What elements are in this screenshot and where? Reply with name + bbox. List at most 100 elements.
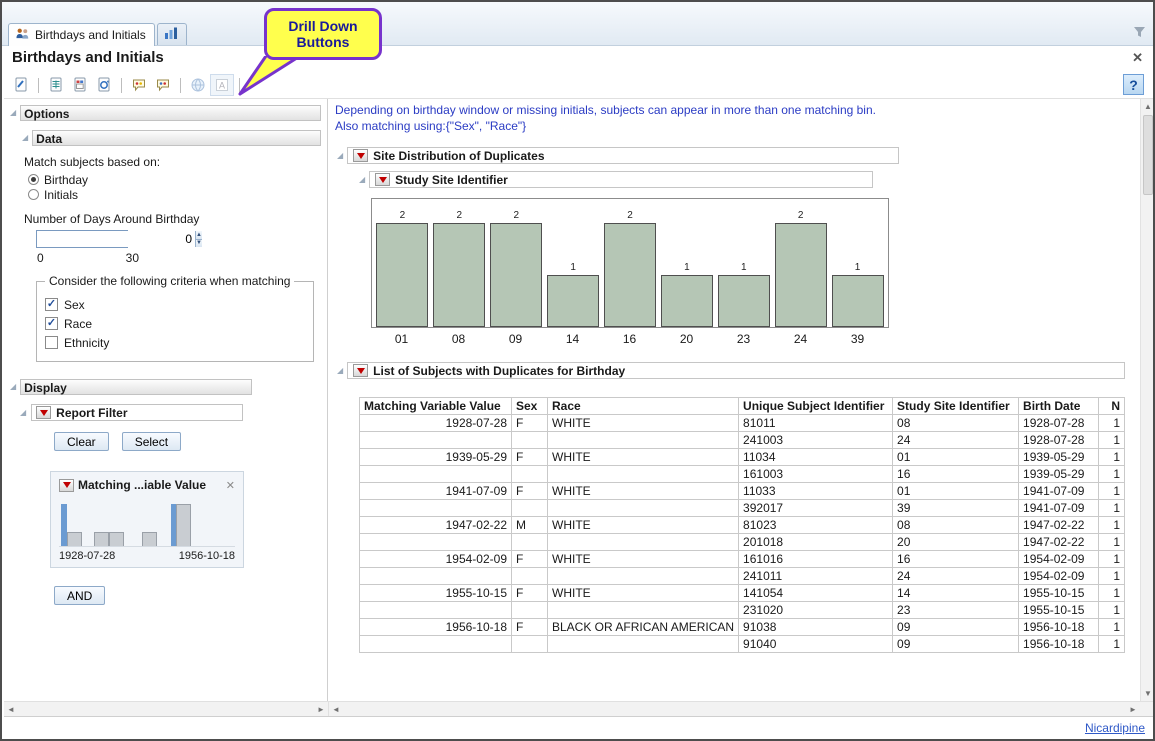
table-row[interactable]: 1955-10-15FWHITE141054141955-10-151	[360, 585, 1125, 602]
filter-bar[interactable]	[94, 532, 109, 546]
duplicates-list-outline[interactable]: ◢ List of Subjects with Duplicates for B…	[337, 362, 1125, 379]
scroll-left-icon[interactable]: ◄	[4, 705, 18, 714]
histogram-bar[interactable]	[433, 223, 485, 327]
scroll-right-icon[interactable]: ►	[314, 705, 328, 714]
disclosure-icon[interactable]: ◢	[10, 383, 16, 391]
table-cell	[512, 466, 548, 483]
study-site-outline[interactable]: ◢ Study Site Identifier	[359, 171, 873, 188]
filter-funnel-icon[interactable]	[1133, 26, 1146, 41]
red-triangle-menu-icon[interactable]	[353, 364, 368, 377]
column-header[interactable]: Sex	[512, 398, 548, 415]
filter-bar[interactable]	[109, 532, 124, 546]
radio-initials[interactable]: Initials	[28, 187, 321, 202]
table-cell: 1	[1099, 466, 1125, 483]
table-row[interactable]: 1928-07-28FWHITE81011081928-07-281	[360, 415, 1125, 432]
left-horizontal-scrollbar[interactable]: ◄ ►	[4, 702, 329, 716]
table-row[interactable]: 241011241954-02-091	[360, 568, 1125, 585]
disclosure-icon[interactable]: ◢	[359, 176, 365, 184]
display-outline[interactable]: ◢ Display	[10, 379, 321, 395]
radio-birthday[interactable]: Birthday	[28, 172, 321, 187]
journal-icon[interactable]	[44, 74, 68, 96]
column-header[interactable]: Unique Subject Identifier	[739, 398, 893, 415]
report-note-2: Also matching using:{"Sex", "Race"}	[335, 119, 526, 133]
days-input[interactable]	[37, 231, 195, 247]
column-header[interactable]: N	[1099, 398, 1125, 415]
scroll-left-icon[interactable]: ◄	[329, 705, 343, 714]
table-cell	[360, 568, 512, 585]
review-notes-icon[interactable]	[151, 74, 175, 96]
disclosure-icon[interactable]: ◢	[337, 367, 343, 375]
site-distribution-outline[interactable]: ◢ Site Distribution of Duplicates	[337, 147, 899, 164]
table-row[interactable]: 231020231955-10-151	[360, 602, 1125, 619]
spinner-up-icon[interactable]: ▲	[196, 231, 202, 240]
study-link[interactable]: Nicardipine	[1085, 721, 1145, 735]
help-button[interactable]: ?	[1123, 74, 1144, 95]
table-cell: 1939-05-29	[360, 449, 512, 466]
subjects-table: Matching Variable ValueSexRaceUnique Sub…	[359, 397, 1125, 653]
remove-filter-icon[interactable]: ✕	[226, 479, 235, 492]
vertical-scroll-thumb[interactable]	[1143, 115, 1153, 195]
column-header[interactable]: Study Site Identifier	[893, 398, 1019, 415]
select-button[interactable]: Select	[122, 432, 181, 451]
disclosure-icon[interactable]: ◢	[22, 134, 28, 142]
histogram-bar[interactable]	[604, 223, 656, 327]
red-triangle-menu-icon[interactable]	[375, 173, 390, 186]
scroll-right-icon[interactable]: ►	[1126, 705, 1140, 714]
table-cell: 1928-07-28	[1019, 432, 1099, 449]
red-triangle-menu-icon[interactable]	[353, 149, 368, 162]
table-row[interactable]: 1954-02-09FWHITE161016161954-02-091	[360, 551, 1125, 568]
new-script-icon[interactable]	[9, 74, 33, 96]
filter-bar[interactable]	[142, 532, 157, 546]
clear-button[interactable]: Clear	[54, 432, 109, 451]
table-row[interactable]: 1956-10-18FBLACK OR AFRICAN AMERICAN9103…	[360, 619, 1125, 636]
table-cell: 1	[1099, 602, 1125, 619]
checkbox-sex[interactable]: ✓Sex	[45, 295, 305, 314]
report-filter-outline[interactable]: ◢ Report Filter	[20, 404, 321, 421]
red-triangle-menu-icon[interactable]	[59, 479, 74, 492]
histogram-bar[interactable]	[775, 223, 827, 327]
column-header[interactable]: Matching Variable Value	[360, 398, 512, 415]
checkbox-ethnicity[interactable]: Ethnicity	[45, 333, 305, 352]
data-outline[interactable]: ◢ Data	[22, 130, 321, 146]
tab-chart[interactable]	[157, 23, 187, 45]
table-row[interactable]: 241003241928-07-281	[360, 432, 1125, 449]
close-icon[interactable]: ✕	[1132, 50, 1143, 66]
radio-label: Birthday	[44, 173, 88, 187]
data-table-icon[interactable]	[68, 74, 92, 96]
scroll-down-icon[interactable]: ▼	[1141, 686, 1155, 701]
right-horizontal-scrollbar[interactable]: ◄ ►	[329, 702, 1140, 716]
histogram-bar[interactable]	[547, 275, 599, 327]
histogram-bar[interactable]	[832, 275, 884, 327]
table-row[interactable]: 1939-05-29FWHITE11034011939-05-291	[360, 449, 1125, 466]
and-button[interactable]: AND	[54, 586, 105, 605]
histogram-bar[interactable]	[376, 223, 428, 327]
options-outline[interactable]: ◢ Options	[10, 105, 321, 121]
disclosure-icon[interactable]: ◢	[337, 152, 343, 160]
tab-birthdays-and-initials[interactable]: Birthdays and Initials	[8, 23, 155, 46]
refresh-report-icon[interactable]	[92, 74, 116, 96]
filter-bar[interactable]	[67, 532, 82, 546]
web-report-icon[interactable]	[186, 74, 210, 96]
table-row[interactable]: 1941-07-09FWHITE11033011941-07-091	[360, 483, 1125, 500]
table-row[interactable]: 201018201947-02-221	[360, 534, 1125, 551]
table-cell: 1954-02-09	[360, 551, 512, 568]
table-row[interactable]: 161003161939-05-291	[360, 466, 1125, 483]
histogram-bar[interactable]	[661, 275, 713, 327]
column-header[interactable]: Birth Date	[1019, 398, 1099, 415]
column-header[interactable]: Race	[548, 398, 739, 415]
add-notes-icon[interactable]	[127, 74, 151, 96]
checkbox-race[interactable]: ✓Race	[45, 314, 305, 333]
scroll-up-icon[interactable]: ▲	[1141, 99, 1155, 114]
red-triangle-menu-icon[interactable]	[36, 406, 51, 419]
histogram-bar[interactable]	[490, 223, 542, 327]
spinner-down-icon[interactable]: ▼	[196, 240, 202, 248]
table-row[interactable]: 91040091956-10-181	[360, 636, 1125, 653]
disclosure-icon[interactable]: ◢	[10, 109, 16, 117]
table-row[interactable]: 1947-02-22MWHITE81023081947-02-221	[360, 517, 1125, 534]
table-row[interactable]: 392017391941-07-091	[360, 500, 1125, 517]
histogram-bar[interactable]	[718, 275, 770, 327]
disclosure-icon[interactable]: ◢	[20, 409, 26, 417]
vertical-scrollbar[interactable]: ▲ ▼	[1140, 99, 1155, 701]
filter-bar[interactable]	[176, 504, 191, 546]
days-stepper[interactable]: ▲ ▼	[36, 230, 128, 248]
